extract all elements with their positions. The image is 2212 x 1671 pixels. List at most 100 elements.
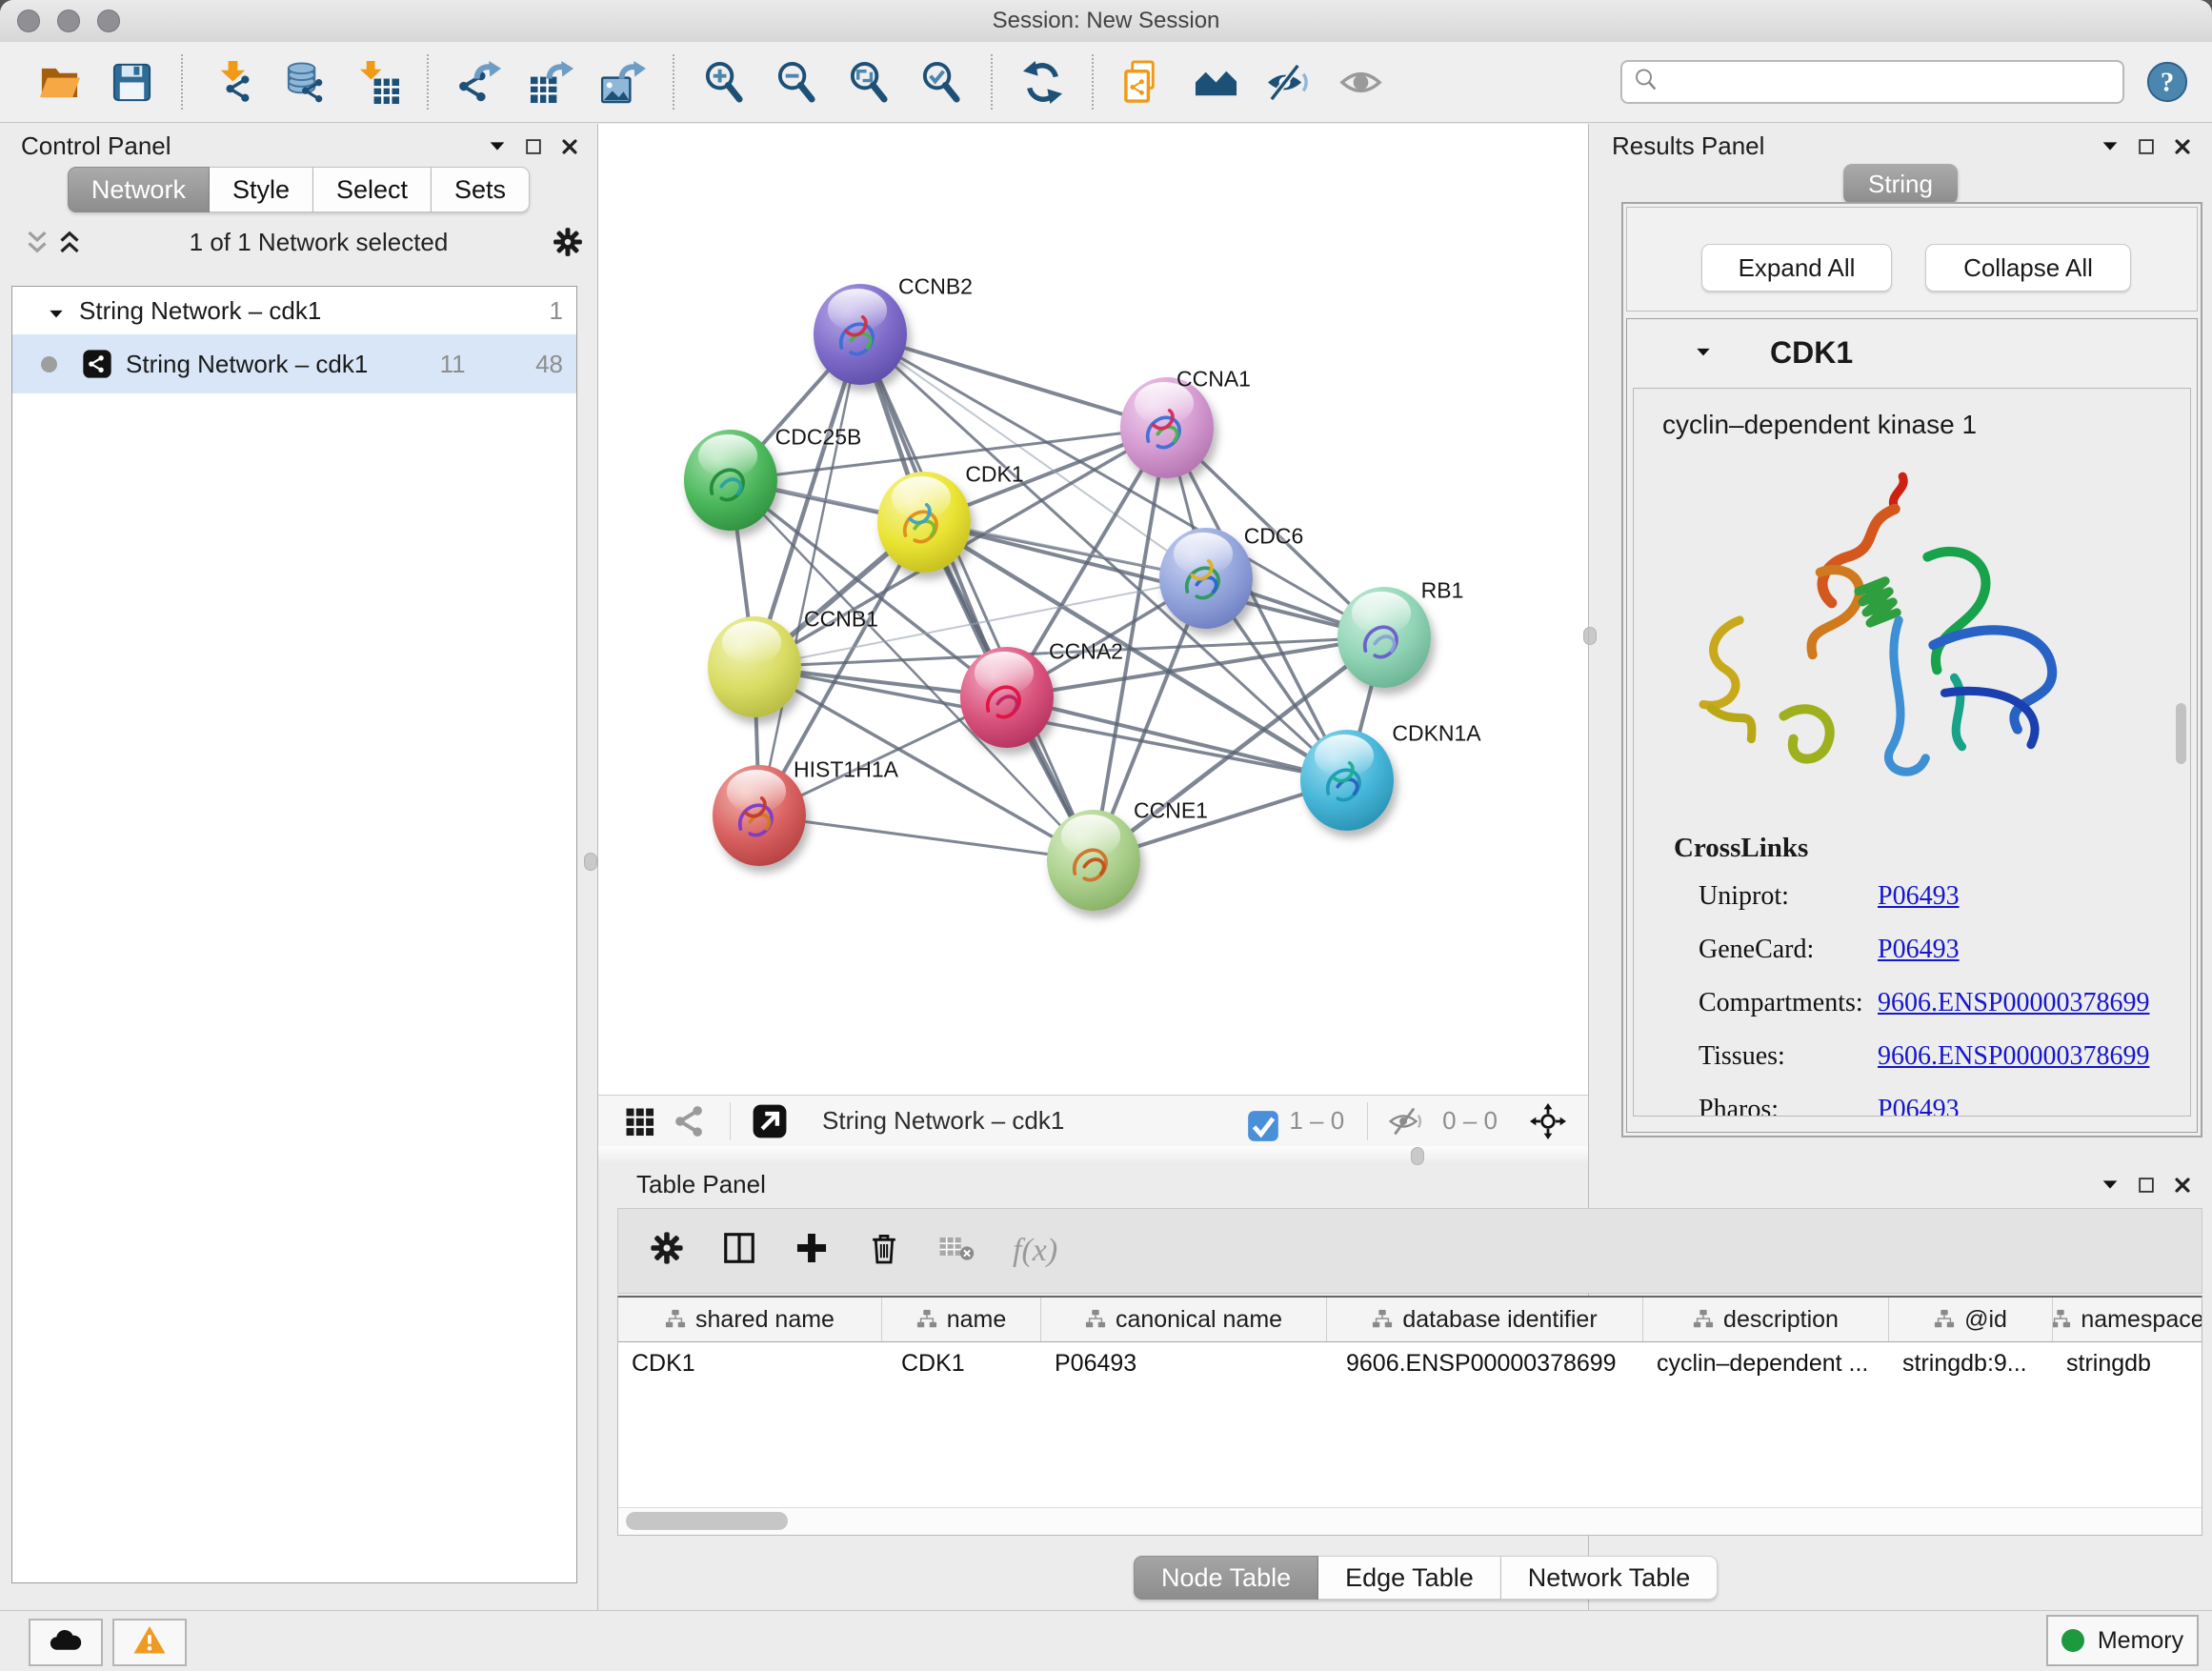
control-panel-menu-icon[interactable]	[487, 136, 508, 157]
table-row[interactable]: CDK1CDK1P064939606.ENSP00000378699cyclin…	[618, 1342, 2202, 1384]
zoom-fit-button[interactable]	[839, 51, 898, 112]
results-panel-menu-icon[interactable]	[2100, 136, 2121, 157]
zoom-in-button[interactable]	[694, 51, 754, 112]
table-panel-close-icon[interactable]	[2172, 1175, 2193, 1196]
selected-checkbox-icon[interactable]	[1245, 1108, 1272, 1135]
refresh-button[interactable]	[1013, 51, 1072, 112]
network-node-CDKN1A[interactable]	[1300, 730, 1394, 831]
help-button[interactable]: ?	[2145, 60, 2189, 104]
table-cell[interactable]: CDK1	[618, 1350, 882, 1378]
tab-string[interactable]: String	[1843, 164, 1958, 204]
network-node-CDK1[interactable]	[877, 472, 971, 573]
zoom-out-button[interactable]	[767, 51, 826, 112]
fit-crosshair-icon[interactable]	[1530, 1103, 1566, 1139]
crosslink-link[interactable]: P06493	[1878, 1095, 1960, 1117]
results-scrollbar-thumb[interactable]	[2176, 703, 2186, 764]
tab-network-table[interactable]: Network Table	[1501, 1556, 1719, 1600]
import-database-button[interactable]	[275, 51, 334, 112]
column-header-@id[interactable]: @id	[1889, 1298, 2053, 1341]
open-folder-button[interactable]	[30, 51, 89, 112]
node-details-header[interactable]: CDK1	[1627, 319, 2197, 386]
hidden-eye-slash-icon[interactable]	[1389, 1103, 1425, 1139]
table-cell[interactable]: CDK1	[882, 1350, 1041, 1378]
results-panel-float-icon[interactable]	[2136, 136, 2157, 157]
network-node-RB1[interactable]	[1337, 587, 1431, 688]
hide-selected-button[interactable]	[1258, 51, 1317, 112]
network-node-CCNE1[interactable]	[1047, 810, 1140, 911]
network-node-CDC6[interactable]	[1159, 528, 1253, 629]
delete-column-icon[interactable]	[866, 1230, 908, 1272]
network-node-CCNB1[interactable]	[708, 616, 801, 717]
birdseye-grid-icon[interactable]	[621, 1103, 657, 1139]
collection-expand-icon[interactable]	[47, 301, 66, 320]
column-header-name[interactable]: name	[882, 1298, 1041, 1341]
table-settings-gear-icon[interactable]	[649, 1230, 691, 1272]
section-expand-icon[interactable]	[1694, 343, 1713, 362]
import-network-button[interactable]	[203, 51, 262, 112]
table-panel-menu-icon[interactable]	[2100, 1175, 2121, 1196]
zoom-selected-button[interactable]	[912, 51, 971, 112]
houses-button[interactable]	[1186, 51, 1245, 112]
collapse-all-button[interactable]: Collapse All	[1925, 244, 2131, 292]
expand-all-networks-icon[interactable]	[53, 226, 86, 258]
crosslink-link[interactable]: 9606.ENSP00000378699	[1878, 1041, 2149, 1072]
table-cell[interactable]: stringdb	[2053, 1350, 2202, 1378]
control-panel-float-icon[interactable]	[523, 136, 544, 157]
tab-style[interactable]: Style	[210, 167, 313, 212]
splitter-handle[interactable]	[1411, 1147, 1424, 1165]
import-table-button[interactable]	[348, 51, 407, 112]
crosslink-link[interactable]: P06493	[1878, 881, 1960, 912]
collection-label: String Network – cdk1	[79, 296, 321, 326]
memory-button[interactable]: Memory	[2046, 1615, 2199, 1666]
network-node-CCNA2[interactable]	[960, 647, 1054, 748]
network-node-CDC25B[interactable]	[684, 430, 777, 531]
crosslink-link[interactable]: P06493	[1878, 935, 1960, 965]
export-network-button[interactable]	[449, 51, 508, 112]
duplicate-network-button[interactable]	[1114, 51, 1173, 112]
results-panel-close-icon[interactable]	[2172, 136, 2193, 157]
tab-sets[interactable]: Sets	[432, 167, 530, 212]
search-input[interactable]	[1660, 67, 2113, 98]
network-view[interactable]: CCNB2CCNA1CDC25BCDK1CDC6RB1CCNB1CCNA2CDK…	[598, 124, 1589, 1146]
search-box[interactable]	[1620, 60, 2124, 104]
column-header-shared-name[interactable]: shared name	[618, 1298, 882, 1341]
scrollbar-thumb[interactable]	[626, 1512, 788, 1530]
cloud-button[interactable]	[29, 1619, 103, 1666]
column-header-database-identifier[interactable]: database identifier	[1327, 1298, 1643, 1341]
column-header-description[interactable]: description	[1643, 1298, 1889, 1341]
show-columns-icon[interactable]	[721, 1230, 763, 1272]
crosslink-link[interactable]: 9606.ENSP00000378699	[1878, 988, 2149, 1018]
tab-select[interactable]: Select	[313, 167, 432, 212]
network-collection-row[interactable]: String Network – cdk1 1	[12, 287, 576, 334]
tab-edge-table[interactable]: Edge Table	[1318, 1556, 1501, 1600]
network-options-gear-icon[interactable]	[552, 226, 584, 258]
tab-node-table[interactable]: Node Table	[1134, 1556, 1318, 1600]
export-table-button[interactable]	[521, 51, 580, 112]
expand-all-button[interactable]: Expand All	[1701, 244, 1892, 292]
table-horizontal-scrollbar[interactable]	[618, 1507, 2202, 1535]
network-node-CCNA1[interactable]	[1120, 377, 1214, 478]
table-cell[interactable]: cyclin–dependent ...	[1643, 1350, 1889, 1378]
column-header-canonical-name[interactable]: canonical name	[1041, 1298, 1327, 1341]
network-node-HIST1H1A[interactable]	[713, 765, 806, 866]
splitter-handle[interactable]	[584, 853, 597, 871]
horizontal-splitter[interactable]	[598, 1146, 1589, 1164]
network-edge[interactable]	[759, 334, 860, 815]
column-header-namespace[interactable]: namespace	[2053, 1298, 2202, 1341]
export-image-button[interactable]	[593, 51, 653, 112]
tab-network[interactable]: Network	[68, 167, 210, 212]
warnings-button[interactable]	[112, 1619, 187, 1666]
table-cell[interactable]: 9606.ENSP00000378699	[1327, 1350, 1643, 1378]
network-row[interactable]: String Network – cdk1 11 48	[12, 334, 576, 393]
add-column-icon[interactable]	[794, 1230, 835, 1272]
table-cell[interactable]: P06493	[1041, 1350, 1327, 1378]
save-button[interactable]	[102, 51, 161, 112]
table-cell[interactable]: stringdb:9...	[1889, 1350, 2053, 1378]
collapse-all-networks-icon[interactable]	[21, 226, 53, 258]
network-node-CCNB2[interactable]	[814, 284, 907, 385]
string-share-icon[interactable]	[673, 1103, 709, 1139]
external-view-icon[interactable]	[752, 1103, 788, 1139]
control-panel-close-icon[interactable]	[559, 136, 580, 157]
network-edge[interactable]	[759, 815, 1094, 860]
table-panel-float-icon[interactable]	[2136, 1175, 2157, 1196]
